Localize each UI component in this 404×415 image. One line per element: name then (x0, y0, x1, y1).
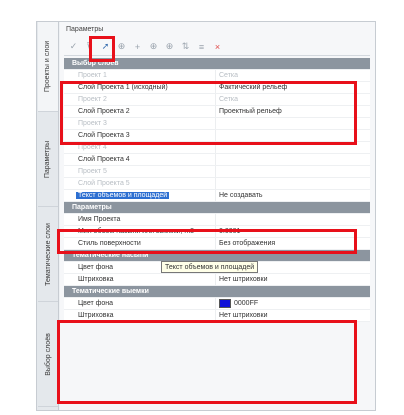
property-row[interactable]: Мин объем насыпи или выемки, m3 0.0001 (64, 226, 370, 238)
property-row[interactable]: Проект 2 Сетка (64, 94, 370, 106)
parameters-panel: Параметры ✓ ⊽ ➚ ⊕ + ⊕ ⊕ ⇅ ≡ × Выбор слоё… (60, 22, 375, 410)
property-key: Слой Проекта 3 (64, 130, 216, 141)
category-row[interactable]: Тематические выемки (64, 286, 370, 298)
side-tab-label: Тематические слои (44, 222, 52, 286)
side-tab-label: Параметры (44, 140, 52, 178)
property-value[interactable] (216, 214, 370, 225)
check-icon[interactable]: ✓ (68, 41, 79, 52)
property-key: Тематические насыпи (72, 252, 149, 259)
property-key: Мин объем насыпи или выемки, m3 (64, 226, 216, 237)
property-row[interactable]: Проект 3 (64, 118, 370, 130)
property-row[interactable]: Текст объемов и площадей Не создавать (64, 190, 370, 202)
property-row[interactable]: Слой Проекта 2 Проектный рельеф (64, 106, 370, 118)
property-value[interactable]: Нет штриховки (216, 274, 370, 285)
property-value[interactable]: Нет штриховки (216, 310, 370, 321)
property-row[interactable]: Штриховка Нет штриховки (64, 274, 370, 286)
property-key: Цвет фона (64, 298, 216, 309)
property-row[interactable]: Имя Проекта (64, 214, 370, 226)
property-value[interactable] (216, 154, 370, 165)
property-value[interactable]: 0.0001 (216, 226, 370, 237)
property-grid: Выбор слоёв Проект 1 Сетка Слой Проекта 1 (… (64, 58, 370, 322)
side-tab-parameters[interactable]: Параметры (38, 112, 58, 207)
property-row[interactable]: Проект 1 Сетка (64, 70, 370, 82)
property-key: Слой Проекта 2 (64, 106, 216, 117)
target-icon[interactable]: ⊕ (148, 41, 159, 52)
property-value[interactable] (216, 118, 370, 129)
property-key: Тематические выемки (72, 288, 149, 295)
property-value[interactable] (216, 178, 370, 189)
category-row[interactable]: Выбор слоёв (64, 58, 370, 70)
property-key: Слой Проекта 5 (64, 178, 216, 189)
property-row[interactable]: Проект 5 (64, 166, 370, 178)
target-add-icon[interactable]: ⊕ (164, 41, 175, 52)
side-tab-projects[interactable]: Проекты и слои (38, 22, 58, 112)
property-key: Проект 5 (64, 166, 216, 177)
property-row[interactable]: Штриховка Нет штриховки (64, 310, 370, 322)
property-key: Слой Проекта 1 (исходный) (64, 82, 216, 93)
property-value[interactable]: 0000FF (216, 298, 370, 309)
panel-title: Параметры (66, 26, 104, 33)
side-tab-strip: Проекты и слои Параметры Тематические сл… (37, 22, 59, 410)
property-row[interactable]: Слой Проекта 3 (64, 130, 370, 142)
list-icon[interactable]: ≡ (196, 41, 207, 52)
sort-icon[interactable]: ⇅ (180, 41, 191, 52)
close-icon[interactable]: × (212, 41, 223, 52)
property-key: Слой Проекта 4 (64, 154, 216, 165)
property-key: Проект 1 (64, 70, 216, 81)
property-key: Выбор слоёв (72, 60, 119, 67)
property-key: Проект 4 (64, 142, 216, 153)
property-key: Параметры (72, 204, 112, 211)
property-row[interactable]: Слой Проекта 4 (64, 154, 370, 166)
property-value[interactable]: Сетка (216, 94, 370, 105)
property-value[interactable]: Сетка (216, 70, 370, 81)
property-value[interactable] (216, 130, 370, 141)
property-value[interactable] (216, 166, 370, 177)
select-layer-icon[interactable]: ➚ (100, 41, 111, 52)
color-swatch (219, 298, 231, 308)
property-row[interactable]: Проект 4 (64, 142, 370, 154)
property-value[interactable] (216, 142, 370, 153)
property-key: Проект 2 (64, 94, 216, 105)
property-key: Имя Проекта (64, 214, 216, 225)
property-value[interactable]: Не создавать (216, 190, 370, 201)
toolbar: ✓ ⊽ ➚ ⊕ + ⊕ ⊕ ⇅ ≡ × (64, 38, 370, 56)
property-row[interactable]: Стиль поверхности Без отображения (64, 238, 370, 250)
property-key: Штриховка (64, 310, 216, 321)
property-key: Проект 3 (64, 118, 216, 129)
crosshair-icon[interactable]: ⊕ (116, 41, 127, 52)
property-value[interactable]: Проектный рельеф (216, 106, 370, 117)
tooltip: Текст объемов и площадей (161, 261, 259, 273)
properties-window: Проекты и слои Параметры Тематические сл… (36, 21, 376, 411)
property-key: Штриховка (64, 274, 216, 285)
property-value[interactable]: Без отображения (216, 238, 370, 249)
plus-icon[interactable]: + (132, 41, 143, 52)
filter-icon[interactable]: ⊽ (84, 41, 95, 52)
property-key: Стиль поверхности (64, 238, 216, 249)
property-row[interactable]: Слой Проекта 5 (64, 178, 370, 190)
side-tab-thematic-layers[interactable]: Тематические слои (38, 207, 58, 302)
property-row[interactable]: Слой Проекта 1 (исходный) Фактический рел… (64, 82, 370, 94)
side-tab-label: Выбор слоёв (44, 332, 52, 376)
property-row[interactable]: Цвет фона 0000FF (64, 298, 370, 310)
side-tab-layer-selection[interactable]: Выбор слоёв (38, 302, 58, 407)
property-key: Текст объемов и площадей (64, 190, 216, 201)
side-tab-label: Проекты и слои (44, 40, 52, 93)
property-value[interactable]: Фактический рельеф (216, 82, 370, 93)
category-row[interactable]: Параметры (64, 202, 370, 214)
